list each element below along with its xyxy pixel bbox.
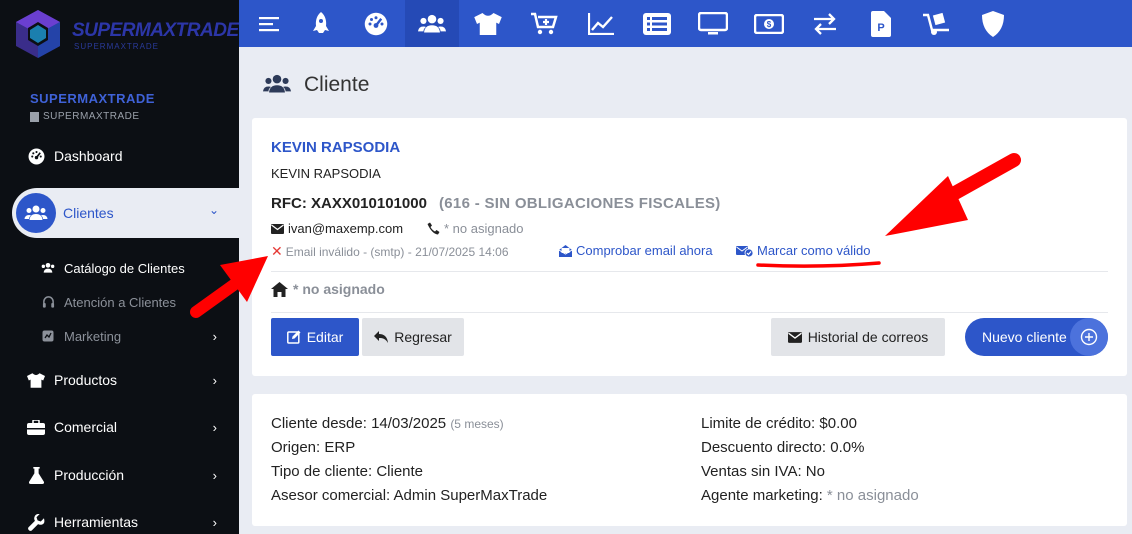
sales-advisor: Asesor comercial: Admin SuperMaxTrade xyxy=(271,487,548,504)
new-client-button[interactable]: Nuevo cliente xyxy=(965,318,1108,356)
marketing-icon xyxy=(40,330,56,342)
mail-history-button[interactable]: Historial de correos xyxy=(771,318,945,356)
edit-icon xyxy=(286,330,301,344)
marketing-agent: Agente marketing: * no asignado xyxy=(701,487,919,504)
logo-cube-icon xyxy=(16,10,60,58)
client-since: Cliente desde: 14/03/2025 (5 meses) xyxy=(271,415,504,432)
wrench-icon xyxy=(26,513,46,531)
divider xyxy=(271,312,1108,313)
chart-line-icon[interactable] xyxy=(574,0,628,47)
top-navbar: $ P xyxy=(239,0,1132,47)
email-status: ✕ Email inválido - (smtp) - 21/07/2025 1… xyxy=(271,243,509,259)
reply-icon xyxy=(374,331,389,343)
chevron-down-icon: ⌄ xyxy=(209,203,220,217)
home-icon xyxy=(271,281,288,297)
company-branch: SUPERMAXTRADE xyxy=(30,111,140,122)
close-icon: ✕ xyxy=(271,243,283,259)
sidebar-item-atencion-clientes[interactable]: Atención a Clientes xyxy=(0,287,239,317)
tshirt-icon xyxy=(26,372,46,388)
page-title: Cliente xyxy=(304,73,370,96)
sidebar-item-catalogo-clientes[interactable]: Catálogo de Clientes xyxy=(0,253,239,283)
envelope-icon xyxy=(271,223,284,234)
exchange-icon[interactable] xyxy=(798,0,852,47)
sidebar-item-label: Clientes xyxy=(63,205,114,221)
credit-limit: Limite de crédito: $0.00 xyxy=(701,415,857,432)
rocket-icon[interactable] xyxy=(294,0,348,47)
sidebar-item-productos[interactable]: Productos › xyxy=(0,360,239,400)
chevron-right-icon: › xyxy=(212,419,217,435)
direct-discount: Descuento directo: 0.0% xyxy=(701,439,865,456)
briefcase-icon xyxy=(26,419,46,435)
users-icon xyxy=(262,73,292,100)
headset-icon xyxy=(40,295,56,309)
desktop-icon[interactable] xyxy=(686,0,740,47)
svg-text:$: $ xyxy=(767,20,772,29)
customer-address: * no asignado xyxy=(271,281,385,297)
sidebar: SUPERMAXTRADE SUPERMAXTRADE SUPERMAXTRAD… xyxy=(0,0,239,534)
menu-icon[interactable] xyxy=(243,0,297,47)
tax-regime: (616 - SIN OBLIGACIONES FISCALES) xyxy=(439,195,721,212)
file-invoice-icon[interactable]: P xyxy=(854,0,908,47)
gauge-icon[interactable] xyxy=(349,0,403,47)
dolly-icon[interactable] xyxy=(910,0,964,47)
chevron-right-icon: › xyxy=(212,514,217,530)
gauge-icon xyxy=(26,148,46,165)
sidebar-item-herramientas[interactable]: Herramientas › xyxy=(0,502,239,534)
client-origin: Origen: ERP xyxy=(271,439,356,456)
logo-text: SUPERMAXTRADE xyxy=(72,20,239,41)
envelope-check-icon xyxy=(736,245,753,257)
building-icon xyxy=(30,111,39,122)
edit-button[interactable]: Editar xyxy=(271,318,359,356)
customer-email: ivan@maxemp.com xyxy=(271,221,403,236)
customer-details-card xyxy=(252,394,1127,526)
envelope-open-icon xyxy=(559,244,572,257)
chevron-right-icon: › xyxy=(212,372,217,388)
sidebar-item-produccion[interactable]: Producción › xyxy=(0,455,239,495)
svg-text:P: P xyxy=(877,22,884,34)
back-button[interactable]: Regresar xyxy=(362,318,464,356)
customer-name-link[interactable]: KEVIN RAPSODIA xyxy=(271,139,400,156)
company-name: SUPERMAXTRADE xyxy=(30,91,155,106)
mark-valid-link[interactable]: Marcar como válido xyxy=(736,243,870,258)
shield-icon[interactable] xyxy=(966,0,1020,47)
check-email-link[interactable]: Comprobar email ahora xyxy=(559,243,713,258)
cart-plus-icon[interactable] xyxy=(518,0,572,47)
chevron-right-icon: › xyxy=(212,328,217,344)
logo-subtext: SUPERMAXTRADE xyxy=(74,42,160,51)
money-icon[interactable]: $ xyxy=(742,0,796,47)
tshirt-icon[interactable] xyxy=(461,0,515,47)
customer-trade-name: KEVIN RAPSODIA xyxy=(271,166,381,181)
customer-phone: * no asignado xyxy=(427,221,524,236)
sales-without-vat: Ventas sin IVA: No xyxy=(701,463,825,480)
users-icon xyxy=(40,262,56,274)
sidebar-item-marketing[interactable]: Marketing › xyxy=(0,321,239,351)
customer-rfc: RFC: XAXX010101000 xyxy=(271,195,427,212)
envelope-icon xyxy=(787,331,802,343)
sidebar-item-dashboard[interactable]: Dashboard xyxy=(0,136,239,176)
brand-logo[interactable]: SUPERMAXTRADE SUPERMAXTRADE xyxy=(12,8,239,68)
divider xyxy=(271,271,1108,272)
phone-icon xyxy=(427,222,440,235)
flask-icon xyxy=(26,466,46,484)
sidebar-item-clientes[interactable]: Clientes ⌄ xyxy=(0,188,239,238)
client-type: Tipo de cliente: Cliente xyxy=(271,463,424,480)
sidebar-item-comercial[interactable]: Comercial › xyxy=(0,407,239,447)
users-icon xyxy=(16,193,56,233)
users-icon[interactable] xyxy=(405,0,459,47)
list-icon[interactable] xyxy=(630,0,684,47)
plus-circle-icon xyxy=(1070,318,1108,356)
chevron-right-icon: › xyxy=(212,467,217,483)
